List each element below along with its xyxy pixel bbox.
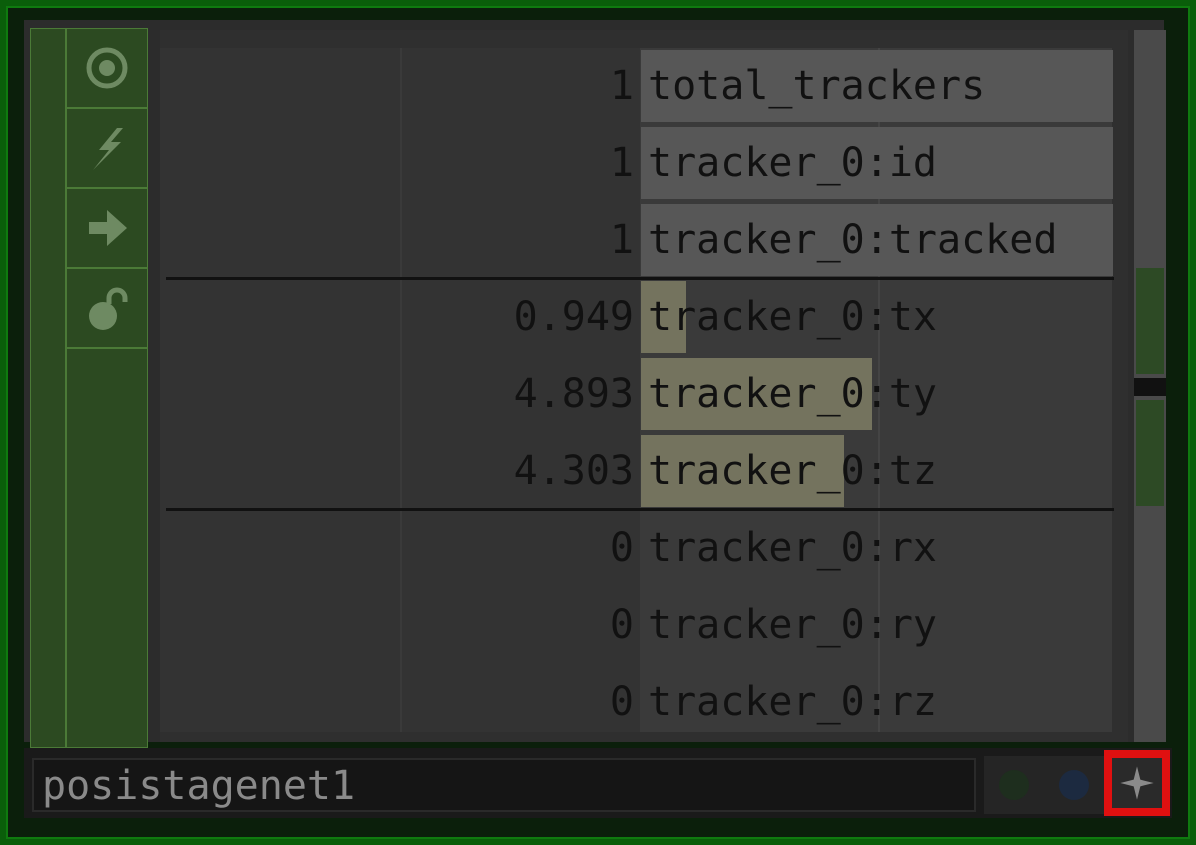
channel-row[interactable]: 4.303 tracker_0:tz	[160, 433, 1128, 509]
lock-icon	[89, 287, 128, 330]
channel-value: 0	[609, 602, 634, 648]
bypass-icon	[93, 128, 123, 170]
channel-row[interactable]: 1 total_trackers	[160, 48, 1128, 124]
scrollbar-thumb[interactable]	[1136, 268, 1164, 374]
channel-name: tracker_0:rz	[648, 679, 937, 725]
blue-flag-icon	[1059, 770, 1089, 800]
channel-row[interactable]: 1 tracker_0:tracked	[160, 202, 1128, 278]
channel-value: 4.303	[513, 448, 634, 494]
channel-name: tracker_0:tx	[648, 294, 937, 340]
viewer-active-icon	[86, 47, 128, 89]
channel-value: 1	[609, 140, 634, 186]
operator-name-field[interactable]: posistagenet1	[32, 758, 976, 812]
lock-button[interactable]	[67, 269, 147, 349]
channel-name: tracker_0:tracked	[648, 217, 1058, 263]
channel-name: total_trackers	[648, 63, 986, 109]
green-flag-button[interactable]	[984, 756, 1044, 814]
channel-value: 4.893	[513, 371, 634, 417]
channel-row[interactable]: 0 tracker_0:rx	[160, 510, 1128, 586]
scrollbar-marker	[1134, 378, 1166, 396]
blue-flag-button[interactable]	[1044, 756, 1104, 814]
green-flag-icon	[999, 770, 1029, 800]
channel-row[interactable]: 0 tracker_0:ry	[160, 587, 1128, 663]
node-side-strip	[30, 28, 66, 748]
add-button[interactable]	[1104, 750, 1170, 816]
display-icon	[89, 210, 127, 246]
channel-value: 1	[609, 63, 634, 109]
node-toolbar	[66, 28, 148, 748]
channel-row[interactable]: 1 tracker_0:id	[160, 125, 1128, 201]
channel-row[interactable]: 4.893 tracker_0:ty	[160, 356, 1128, 432]
channel-row[interactable]: 0 tracker_0:rz	[160, 664, 1128, 740]
display-button[interactable]	[67, 189, 147, 269]
channel-viewer[interactable]: 1 total_trackers 1 tracker_0:id 1 tracker_0:t…	[160, 30, 1128, 742]
channel-name: tracker_0:tz	[648, 448, 937, 494]
channel-name: tracker_0:id	[648, 140, 937, 186]
channel-value: 1	[609, 217, 634, 263]
channel-value: 0.949	[513, 294, 634, 340]
channel-name: tracker_0:rx	[648, 525, 937, 571]
channel-name: tracker_0:ry	[648, 602, 937, 648]
bypass-button[interactable]	[67, 109, 147, 189]
channel-row[interactable]: 0.949 tracker_0:tx	[160, 279, 1128, 355]
scrollbar-thumb[interactable]	[1136, 400, 1164, 506]
add-icon	[1120, 766, 1154, 800]
channel-name: tracker_0:ty	[648, 371, 937, 417]
viewer-active-button[interactable]	[67, 29, 147, 109]
channel-value: 0	[609, 525, 634, 571]
channel-value: 0	[609, 679, 634, 725]
